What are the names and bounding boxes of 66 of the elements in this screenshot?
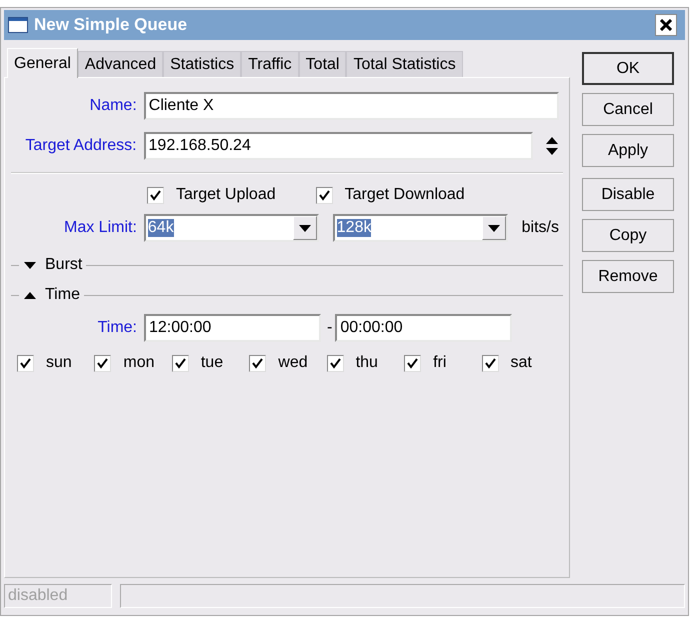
caret-icon (488, 224, 500, 232)
window-icon (8, 17, 28, 33)
spin-button[interactable] (545, 136, 560, 156)
window-title: New Simple Queue (34, 15, 188, 35)
expand-icon (24, 262, 36, 268)
checkbox[interactable] (326, 354, 344, 372)
dialog-button[interactable]: OK (582, 52, 674, 85)
field-label: Target Address: (24, 137, 137, 155)
collapse-icon (24, 292, 36, 298)
field-label: Name: (88, 97, 137, 115)
checkbox-label: fri (433, 354, 446, 372)
checkbox-label: Target Upload (176, 186, 276, 204)
check-icon (484, 358, 496, 368)
dialog-button[interactable]: Apply (582, 134, 674, 167)
dialog-button[interactable]: Cancel (582, 93, 674, 126)
dialog-button[interactable]: Remove (582, 260, 674, 293)
time-field[interactable]: 12:00:00 (144, 314, 321, 342)
check-icon (318, 190, 330, 200)
close-button[interactable] (655, 14, 677, 36)
checkbox-label: wed (278, 354, 308, 372)
address-field[interactable]: 192.168.50.24 (144, 132, 534, 160)
separator-text: - (327, 319, 332, 337)
checkbox-label: sun (46, 354, 72, 372)
name-field[interactable]: Cliente X (144, 92, 559, 120)
field-label: Max Limit: (63, 219, 137, 237)
tab[interactable]: Statistics (163, 51, 242, 77)
checkbox[interactable] (172, 354, 189, 372)
checkbox-label: Target Download (344, 186, 465, 204)
check-icon (150, 190, 161, 200)
time-field[interactable]: 00:00:00 (335, 314, 512, 342)
checkbox[interactable] (482, 354, 499, 372)
dropdown-field[interactable]: 128k (332, 214, 508, 242)
tab[interactable]: Traffic (241, 51, 299, 77)
field-label: Time: (96, 319, 137, 337)
dialog-button[interactable]: Disable (582, 178, 674, 211)
checkbox[interactable] (316, 186, 333, 204)
checkbox[interactable] (147, 186, 164, 204)
checkbox[interactable] (249, 354, 266, 372)
tab[interactable]: Total (298, 51, 346, 77)
section-title: Burst (45, 256, 82, 274)
checkbox[interactable] (94, 354, 112, 372)
caret-icon (298, 224, 311, 232)
tab[interactable]: Total Statistics (346, 51, 463, 77)
close-icon (660, 19, 672, 31)
check-icon (97, 358, 108, 368)
checkbox[interactable] (404, 354, 422, 372)
status-text: disabled (4, 584, 112, 608)
check-icon (20, 358, 31, 368)
unit-label: bits/s (522, 219, 559, 237)
section-title: Time (45, 286, 80, 304)
check-icon (407, 358, 418, 368)
check-icon (252, 358, 264, 368)
check-icon (174, 358, 186, 368)
checkbox-label: sat (510, 354, 532, 372)
checkbox-label: tue (200, 354, 224, 372)
check-icon (330, 358, 341, 368)
tab[interactable]: General (7, 48, 78, 78)
checkbox-label: mon (123, 354, 155, 372)
up-down-icon (546, 137, 558, 155)
dialog-button[interactable]: Copy (582, 219, 674, 252)
section-toggle[interactable] (23, 260, 37, 270)
tab[interactable]: Advanced (78, 51, 164, 77)
section-toggle[interactable] (23, 290, 37, 300)
dropdown-field[interactable]: 64k (144, 214, 319, 242)
checkbox-label: thu (356, 354, 378, 372)
checkbox[interactable] (17, 354, 34, 372)
